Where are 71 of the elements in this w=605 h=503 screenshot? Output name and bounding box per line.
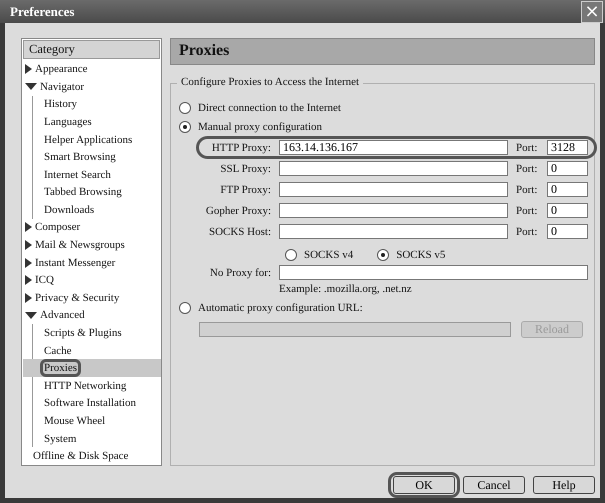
input-field[interactable]: 0 — [547, 182, 588, 198]
tree-item[interactable]: System — [44, 432, 76, 445]
collapsed-triangle-icon[interactable] — [25, 292, 32, 303]
input-field[interactable]: 0 — [547, 224, 588, 240]
hint-text: Example: .mozilla.org, .net.nz — [278, 282, 413, 298]
tree-item[interactable]: Tabbed Browsing — [44, 186, 122, 198]
tree-item[interactable]: Scripts & Plugins — [44, 327, 122, 340]
field-label: Port: — [515, 204, 538, 217]
radio-label: SOCKS v4 — [304, 248, 354, 261]
dialog-button[interactable]: Cancel — [463, 476, 525, 494]
tree-item[interactable]: Instant Messenger — [35, 256, 116, 269]
tree-item[interactable]: Mouse Wheel — [44, 415, 106, 428]
tree-item[interactable]: Navigator — [40, 80, 84, 93]
input-field[interactable] — [279, 265, 588, 280]
tree-item[interactable]: Helper Applications — [44, 134, 132, 146]
input-field[interactable] — [279, 161, 508, 176]
tree-item[interactable]: Composer — [35, 221, 80, 234]
radio-label: Automatic proxy configuration URL: — [198, 302, 363, 314]
tree-item[interactable]: Mail & Newsgroups — [35, 239, 125, 252]
input-field[interactable]: 163.14.136.167 — [279, 140, 508, 156]
field-label: Port: — [515, 142, 538, 154]
tree-item[interactable]: ICQ — [35, 274, 54, 286]
window-title: Preferences — [10, 4, 74, 20]
radio-label: SOCKS v5 — [396, 248, 446, 261]
radio-label: Direct connection to the Internet — [198, 102, 341, 114]
input-field[interactable]: 0 — [547, 161, 588, 176]
close-button[interactable]: × — [581, 0, 603, 23]
field-label: SSL Proxy: — [219, 162, 272, 175]
input-field[interactable] — [279, 203, 508, 218]
collapsed-triangle-icon[interactable] — [25, 275, 32, 286]
expanded-triangle-icon[interactable] — [25, 312, 37, 319]
field-label: Port: — [515, 184, 538, 196]
collapsed-triangle-icon[interactable] — [25, 64, 32, 74]
field-label: FTP Proxy: — [219, 184, 272, 196]
field-label: No Proxy for: — [208, 266, 272, 279]
field-label: Port: — [515, 226, 538, 238]
input-field[interactable]: 0 — [547, 203, 588, 218]
collapsed-triangle-icon[interactable] — [25, 258, 32, 268]
tree-item[interactable]: Privacy & Security — [35, 292, 120, 304]
expanded-triangle-icon[interactable] — [25, 83, 37, 90]
input-field[interactable] — [279, 182, 508, 198]
column-header: Category — [23, 40, 160, 60]
tree-item[interactable]: Internet Search — [44, 168, 111, 181]
radio-button[interactable] — [285, 248, 297, 261]
tree-item[interactable]: Software Installation — [44, 397, 136, 410]
tree-item[interactable]: Proxies — [44, 362, 77, 374]
dialog-button[interactable]: Help — [533, 476, 595, 494]
dialog-button[interactable]: OK — [393, 476, 455, 494]
tree-item[interactable]: Appearance — [35, 63, 88, 76]
radio-button[interactable] — [179, 102, 191, 114]
tree-item[interactable]: Smart Browsing — [44, 151, 116, 164]
tree-item[interactable]: History — [44, 98, 77, 110]
field-label: Gopher Proxy: — [204, 204, 272, 217]
group-title: Configure Proxies to Access the Internet — [177, 76, 364, 88]
collapsed-triangle-icon[interactable] — [25, 222, 32, 232]
tree-item[interactable]: HTTP Networking — [44, 380, 126, 392]
tree-item[interactable]: Languages — [44, 116, 92, 128]
field-label: HTTP Proxy: — [210, 142, 272, 154]
radio-button[interactable] — [377, 248, 390, 261]
tree-item[interactable]: Cache — [44, 344, 72, 357]
radio-button[interactable] — [179, 120, 191, 133]
input-field[interactable]: 3128 — [547, 140, 588, 156]
field-label: SOCKS Host: — [208, 226, 272, 238]
field-label: Port: — [515, 162, 538, 175]
input-field[interactable] — [279, 224, 508, 240]
radio-label: Manual proxy configuration — [198, 120, 322, 133]
tree-item[interactable]: Advanced — [40, 309, 85, 322]
panel-title: Proxies — [170, 38, 595, 66]
tree-item[interactable]: Offline & Disk Space — [33, 450, 128, 462]
collapsed-triangle-icon[interactable] — [25, 240, 32, 250]
tree-item[interactable]: Downloads — [44, 204, 94, 216]
